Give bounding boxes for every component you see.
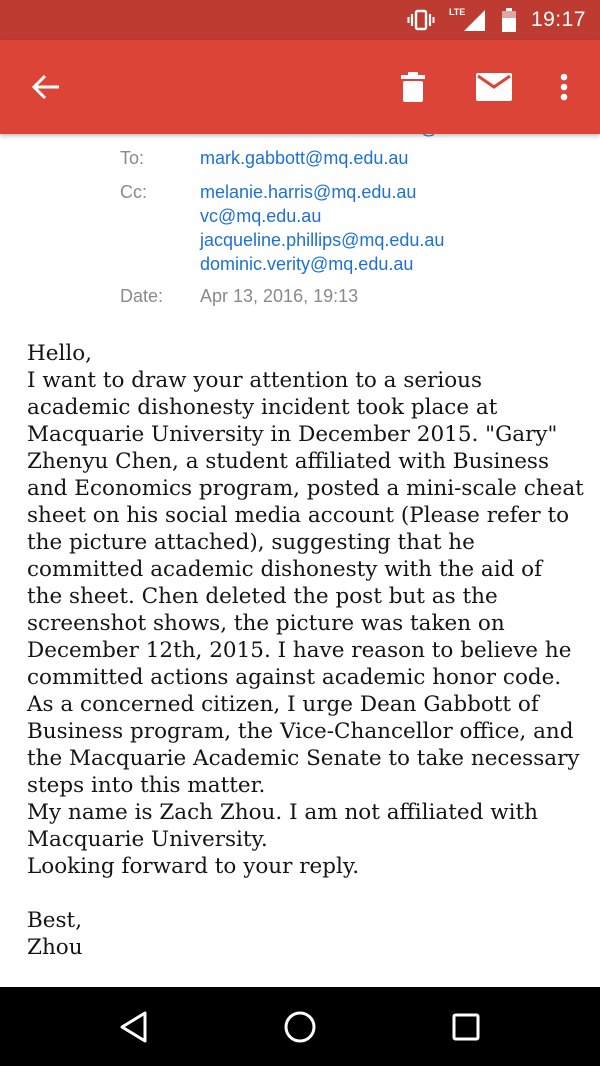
- nav-home-circle-icon: [284, 1011, 316, 1043]
- nav-home-button[interactable]: [278, 1005, 322, 1049]
- to-recipients: mark.gabbott@mq.edu.au: [200, 146, 408, 170]
- recipient-address[interactable]: mark.gabbott@mq.edu.au: [200, 146, 408, 170]
- body-line: the picture attached), suggesting that h…: [27, 530, 475, 555]
- cc-address[interactable]: jacqueline.phillips@mq.edu.au: [200, 228, 444, 252]
- trash-icon: [401, 72, 425, 102]
- body-line: Macquarie University in December 2015. "…: [27, 422, 558, 447]
- body-line: I want to draw your attention to a serio…: [27, 368, 483, 393]
- cc-recipients: melanie.harris@mq.edu.au vc@mq.edu.au ja…: [200, 180, 444, 276]
- body-line: the sheet. Chen deleted the post but as …: [27, 584, 498, 609]
- cc-address[interactable]: vc@mq.edu.au: [200, 204, 444, 228]
- arrow-back-icon: [31, 74, 59, 100]
- body-line: sheet on his social media account (Pleas…: [27, 503, 570, 528]
- cc-label: Cc:: [120, 182, 147, 202]
- body-line: academic dishonesty incident took place …: [27, 395, 498, 420]
- signoff-line: Best,: [27, 908, 83, 933]
- body-line: committed actions against academic honor…: [27, 665, 562, 690]
- clock: 19:17: [530, 8, 586, 31]
- body-line: My name is Zach Zhou. I am not affiliate…: [27, 800, 538, 825]
- date-label: Date:: [120, 286, 164, 306]
- signature-line: Zhou: [27, 935, 83, 960]
- delete-button[interactable]: [392, 63, 434, 111]
- envelope-icon: [476, 73, 512, 101]
- mark-unread-button[interactable]: [470, 63, 518, 111]
- body-line: steps into this matter.: [27, 773, 266, 798]
- body-line: Business program, the Vice-Chancellor of…: [27, 719, 574, 744]
- navigation-bar: [0, 987, 600, 1066]
- body-line: Looking forward to your reply.: [27, 854, 360, 879]
- body-line: Macquarie University.: [27, 827, 268, 852]
- cc-address[interactable]: dominic.verity@mq.edu.au: [200, 252, 444, 276]
- nav-recents-square-icon: [452, 1013, 480, 1041]
- body-line: screenshot shows, the picture was taken …: [27, 611, 505, 636]
- body-line: and Economics program, posted a mini-sca…: [27, 476, 584, 501]
- lte-signal-icon: LTE: [449, 7, 487, 32]
- vibrate-icon: [407, 9, 435, 31]
- message-body: Hello, I want to draw your attention to …: [27, 340, 587, 961]
- back-button[interactable]: [18, 63, 74, 111]
- app-bar: [0, 40, 600, 134]
- nav-back-triangle-icon: [120, 1011, 147, 1043]
- cc-address[interactable]: melanie.harris@mq.edu.au: [200, 180, 444, 204]
- body-line: Hello,: [27, 341, 93, 366]
- nav-back-button[interactable]: [112, 1005, 156, 1049]
- date-value: Apr 13, 2016, 19:13: [200, 286, 359, 306]
- battery-icon: [501, 8, 517, 32]
- body-line: committed academic dishonesty with the a…: [27, 557, 543, 582]
- body-line: Zhenyu Chen, a student affiliated with B…: [27, 449, 549, 474]
- body-line: the Macquarie Academic Senate to take ne…: [27, 746, 580, 771]
- more-vert-icon: [560, 73, 568, 101]
- body-line: December 12th, 2015. I have reason to be…: [27, 638, 572, 663]
- date-value-wrap: Apr 13, 2016, 19:13: [200, 284, 358, 308]
- body-line: As a concerned citizen, I urge Dean Gabb…: [27, 692, 539, 717]
- status-bar: LTE 19:17: [0, 0, 600, 40]
- nav-recents-button[interactable]: [444, 1005, 488, 1049]
- to-label: To:: [120, 148, 145, 168]
- more-options-button[interactable]: [546, 63, 582, 111]
